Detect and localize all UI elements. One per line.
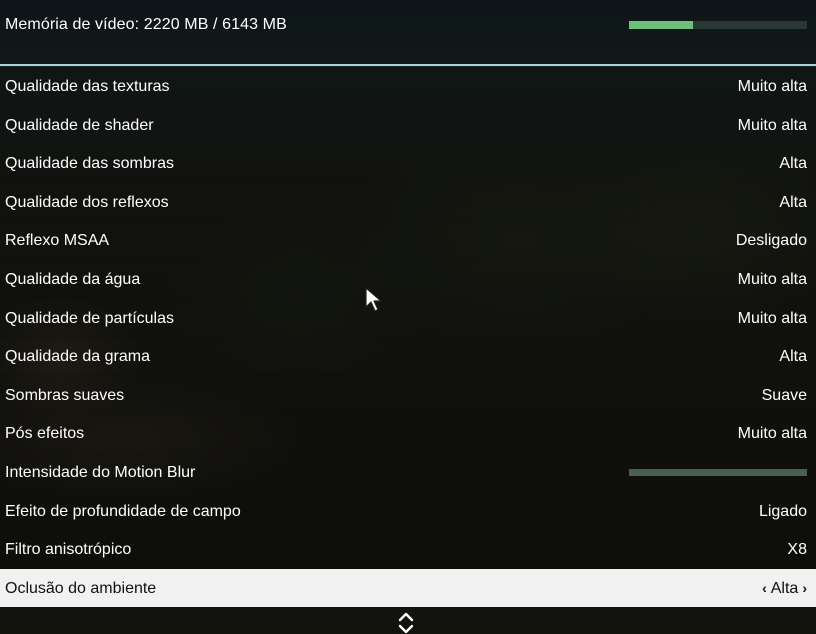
vram-header: Memória de vídeo: 2220 MB / 6143 MB: [0, 0, 816, 64]
setting-value: Muito alta: [737, 116, 807, 134]
setting-label: Qualidade de partículas: [5, 309, 174, 327]
setting-label: Qualidade dos reflexos: [5, 193, 169, 211]
setting-label: Reflexo MSAA: [5, 232, 110, 250]
setting-row[interactable]: Sombras suaves Suave: [0, 375, 816, 415]
setting-slider[interactable]: [629, 468, 807, 476]
setting-label: Qualidade das sombras: [5, 155, 174, 173]
setting-label: Qualidade da água: [5, 270, 141, 288]
setting-value: Alta: [779, 348, 807, 366]
setting-label: Filtro anisotrópico: [5, 541, 132, 559]
vram-usage-fill: [629, 21, 694, 29]
mouse-cursor-icon: [365, 287, 382, 312]
setting-row[interactable]: Qualidade dos reflexos Alta: [0, 182, 816, 222]
setting-value: Ligado: [758, 502, 807, 520]
setting-value: Muito alta: [737, 78, 807, 95]
setting-row[interactable]: Qualidade de partículas Muito alta: [0, 298, 816, 338]
setting-value: Muito alta: [737, 425, 807, 443]
setting-row[interactable]: Qualidade de shader Muito alta: [0, 105, 816, 145]
chevron-right-icon[interactable]: ›: [802, 579, 807, 598]
chevron-left-icon[interactable]: ‹: [762, 579, 767, 598]
setting-label: Oclusão do ambiente: [5, 579, 157, 597]
setting-row[interactable]: Intensidade do Motion Blur: [0, 452, 816, 492]
vram-label: Memória de vídeo: 2220 MB / 6143 MB: [5, 16, 287, 33]
setting-row[interactable]: Qualidade das texturas Muito alta: [0, 67, 816, 106]
setting-label: Qualidade de shader: [5, 116, 154, 134]
setting-row[interactable]: Oclusão do ambiente ‹ Alta ›: [0, 568, 816, 608]
setting-value-selector[interactable]: ‹ Alta ›: [762, 579, 807, 598]
setting-row[interactable]: Efeito de profundidade de campo Ligado: [0, 491, 816, 531]
setting-row[interactable]: Qualidade da água Muito alta: [0, 259, 816, 299]
setting-value: X8: [787, 541, 807, 559]
vram-usage-bar: [629, 21, 807, 29]
setting-value: Alta: [770, 579, 799, 597]
setting-label: Qualidade das texturas: [5, 78, 170, 95]
setting-value: Alta: [779, 155, 807, 173]
setting-label: Intensidade do Motion Blur: [5, 463, 196, 481]
setting-value: Alta: [779, 193, 807, 211]
setting-label: Sombras suaves: [5, 386, 125, 404]
setting-label: Pós efeitos: [5, 425, 85, 443]
setting-label: Efeito de profundidade de campo: [5, 502, 241, 520]
setting-row[interactable]: Filtro anisotrópico X8: [0, 530, 816, 569]
setting-label: Qualidade da grama: [5, 348, 150, 366]
chevron-up-down-icon[interactable]: [397, 612, 415, 634]
setting-value: Muito alta: [737, 309, 807, 327]
setting-row[interactable]: Qualidade das sombras Alta: [0, 144, 816, 183]
header-divider: [0, 64, 816, 66]
setting-value: Muito alta: [737, 270, 807, 288]
setting-value: Suave: [761, 386, 807, 404]
setting-value: Desligado: [735, 232, 807, 250]
setting-row[interactable]: Qualidade da grama Alta: [0, 337, 816, 376]
graphics-settings-list: Qualidade das texturas Muito alta Qualidad…: [0, 67, 816, 608]
setting-row[interactable]: Reflexo MSAA Desligado: [0, 221, 816, 260]
setting-row[interactable]: Pós efeitos Muito alta: [0, 414, 816, 453]
